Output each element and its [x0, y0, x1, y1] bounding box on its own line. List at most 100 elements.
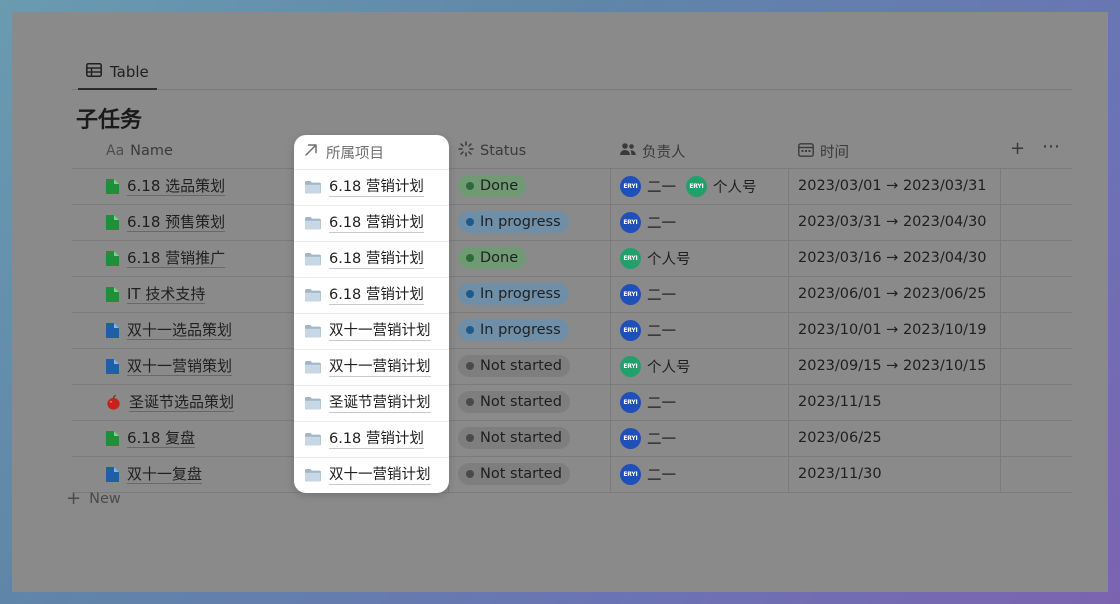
owner-cell[interactable]: ERYI 二一 [620, 204, 686, 240]
owner-cell[interactable]: ERYI 二一 [620, 456, 686, 492]
time-cell[interactable]: 2023/06/01 → 2023/06/25 [798, 276, 987, 312]
name-cell[interactable]: 6.18 复盘 [106, 420, 196, 456]
table-row[interactable]: 6.18 营销推广 Done ERYI 个人号 2023/03/16 → 2023/04… [72, 240, 1072, 276]
ellipsis-icon[interactable]: ⋯ [1042, 136, 1061, 157]
project-cell[interactable]: 圣诞节营销计划 [294, 385, 449, 421]
column-header-project[interactable]: 所属项目 [294, 135, 449, 169]
person-name: 个人号 [647, 251, 691, 268]
calendar-icon [798, 142, 814, 161]
project-link[interactable]: 6.18 营销计划 [329, 430, 424, 449]
project-cell[interactable]: 6.18 营销计划 [294, 169, 449, 205]
tab-table[interactable]: Table [78, 56, 157, 90]
status-cell[interactable]: In progress [458, 204, 569, 240]
name-cell[interactable]: 双十一营销策划 [106, 348, 233, 384]
cell-divider [294, 169, 449, 170]
status-cell[interactable]: Not started [458, 420, 570, 456]
project-link[interactable]: 双十一营销计划 [329, 322, 431, 341]
owner-cell[interactable]: ERYI 二一 ERYI 个人号 [620, 168, 767, 204]
project-cell[interactable]: 6.18 营销计划 [294, 205, 449, 241]
column-header-status[interactable]: Status [458, 134, 526, 168]
avatar: ERYI [620, 247, 641, 269]
status-label: In progress [480, 214, 561, 230]
project-link[interactable]: 6.18 营销计划 [329, 286, 424, 305]
status-cell[interactable]: In progress [458, 276, 569, 312]
name-cell[interactable]: 6.18 营销推广 [106, 240, 226, 276]
green-page-icon [106, 178, 119, 194]
column-header-owner[interactable]: 负责人 [620, 134, 686, 168]
name-cell[interactable]: 双十一复盘 [106, 456, 203, 492]
time-cell[interactable]: 2023/03/16 → 2023/04/30 [798, 240, 987, 276]
plus-icon[interactable]: + [1010, 138, 1025, 159]
column-header-time[interactable]: 时间 [798, 134, 849, 168]
table-row[interactable]: 双十一选品策划 In progress ERYI 二一 2023/10/01 → 202… [72, 312, 1072, 348]
status-dot [466, 290, 474, 298]
name-cell[interactable]: 6.18 预售策划 [106, 204, 226, 240]
green-page-icon [106, 430, 119, 446]
name-cell[interactable]: 双十一选品策划 [106, 312, 233, 348]
time-cell[interactable]: 2023/11/15 [798, 384, 882, 420]
table-row[interactable]: 双十一营销策划 Not started ERYI 个人号 2023/09/15 → 20… [72, 348, 1072, 384]
project-link[interactable]: 6.18 营销计划 [329, 214, 424, 233]
status-badge: In progress [458, 283, 569, 305]
time-cell[interactable]: 2023/09/15 → 2023/10/15 [798, 348, 987, 384]
green-page-icon [106, 286, 119, 302]
name-cell[interactable]: 6.18 选品策划 [106, 168, 226, 204]
column-header-name[interactable]: Aa Name [106, 134, 173, 168]
project-cell[interactable]: 6.18 营销计划 [294, 241, 449, 277]
table-row[interactable]: 6.18 选品策划 Done ERYI 二一 ERYI 个人号 2023/03/01 → 2… [72, 168, 1072, 204]
time-cell[interactable]: 2023/03/31 → 2023/04/30 [798, 204, 987, 240]
status-cell[interactable]: Done [458, 240, 527, 276]
database-title[interactable]: 子任务 [76, 102, 142, 134]
project-cell[interactable]: 6.18 营销计划 [294, 421, 449, 457]
status-cell[interactable]: Done [458, 168, 527, 204]
table-row[interactable]: IT 技术支持 In progress ERYI 二一 2023/06/01 → 202… [72, 276, 1072, 312]
owner-cell[interactable]: ERYI 个人号 [620, 240, 701, 276]
project-cell[interactable]: 6.18 营销计划 [294, 277, 449, 313]
project-cell[interactable]: 双十一营销计划 [294, 313, 449, 349]
project-cell[interactable]: 双十一营销计划 [294, 349, 449, 385]
name-cell[interactable]: IT 技术支持 [106, 276, 206, 312]
project-link[interactable]: 6.18 营销计划 [329, 250, 424, 269]
owner-cell[interactable]: ERYI 二一 [620, 420, 686, 456]
time-cell[interactable]: 2023/11/30 [798, 456, 882, 492]
person-chip: ERYI 个人号 [686, 175, 757, 197]
status-cell[interactable]: Not started [458, 348, 570, 384]
owner-cell[interactable]: ERYI 二一 [620, 384, 686, 420]
status-cell[interactable]: Not started [458, 456, 570, 492]
status-loading-icon [458, 141, 474, 161]
status-label: Done [480, 250, 519, 266]
project-link[interactable]: 双十一营销计划 [329, 358, 431, 377]
folder-icon [304, 468, 321, 482]
person-chip: ERYI 二一 [620, 391, 676, 413]
row-name: 6.18 营销推广 [127, 248, 226, 268]
status-cell[interactable]: In progress [458, 312, 569, 348]
project-link[interactable]: 双十一营销计划 [329, 466, 431, 485]
column-header-label: Status [480, 143, 527, 159]
status-cell[interactable]: Not started [458, 384, 570, 420]
table-row[interactable]: 圣诞节选品策划 Not started ERYI 二一 2023/11/15 [72, 384, 1072, 420]
project-cell[interactable]: 双十一营销计划 [294, 457, 449, 493]
time-cell[interactable]: 2023/06/25 [798, 420, 882, 456]
table-row[interactable]: 6.18 预售策划 In progress ERYI 二一 2023/03/31 → 2… [72, 204, 1072, 240]
status-dot [466, 362, 474, 370]
person-chip: ERYI 个人号 [620, 247, 691, 269]
owner-cell[interactable]: ERYI 二一 [620, 276, 686, 312]
column-header-label: 负责人 [642, 144, 686, 161]
table-row[interactable]: 双十一复盘 Not started ERYI 二一 2023/11/30 [72, 456, 1072, 492]
status-badge: Not started [458, 427, 570, 449]
time-cell[interactable]: 2023/10/01 → 2023/10/19 [798, 312, 987, 348]
folder-icon [304, 396, 321, 410]
status-badge: In progress [458, 211, 569, 233]
name-cell[interactable]: 圣诞节选品策划 [106, 384, 235, 420]
status-badge: Not started [458, 463, 570, 485]
project-link[interactable]: 6.18 营销计划 [329, 178, 424, 197]
owner-cell[interactable]: ERYI 个人号 [620, 348, 701, 384]
table-row[interactable]: 6.18 复盘 Not started ERYI 二一 2023/06/25 [72, 420, 1072, 456]
project-link[interactable]: 圣诞节营销计划 [329, 394, 431, 413]
row-name: 6.18 预售策划 [127, 212, 226, 232]
new-row-button[interactable]: + New [66, 488, 121, 509]
owner-cell[interactable]: ERYI 二一 [620, 312, 686, 348]
avatar: ERYI [620, 427, 641, 449]
time-cell[interactable]: 2023/03/01 → 2023/03/31 [798, 168, 987, 204]
row-name: 6.18 复盘 [127, 428, 196, 448]
